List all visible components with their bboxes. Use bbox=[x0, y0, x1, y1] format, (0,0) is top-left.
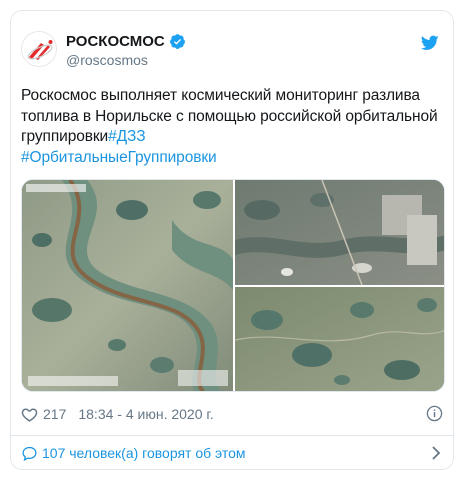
info-icon[interactable] bbox=[426, 405, 443, 422]
chevron-right-icon[interactable] bbox=[431, 446, 441, 460]
author-name[interactable]: РОСКОСМОС bbox=[66, 33, 165, 50]
tweet-text: Роскосмос выполняет космический монитори… bbox=[21, 86, 446, 168]
author-avatar[interactable] bbox=[21, 31, 57, 67]
tweet-timestamp[interactable]: 18:34 - 4 июн. 2020 г. bbox=[78, 406, 213, 422]
tweet-header: РОСКОСМОС @roscosmos bbox=[11, 11, 453, 83]
roscosmos-logo bbox=[22, 32, 56, 66]
discussion-link[interactable]: 107 человек(а) говорят об этом bbox=[21, 441, 445, 465]
satellite-image-city[interactable] bbox=[235, 180, 445, 286]
like-count[interactable]: 217 bbox=[43, 406, 66, 422]
satellite-images bbox=[22, 180, 445, 392]
author-handle[interactable]: @roscosmos bbox=[66, 52, 148, 68]
verified-badge-icon bbox=[169, 34, 185, 49]
hashtag-orbital-groups[interactable]: #ОрбитальныеГруппировки bbox=[21, 149, 217, 166]
embedded-tweet-card: РОСКОСМОС @roscosmos Роскосмос выполняет… bbox=[10, 10, 454, 470]
speech-bubble-icon bbox=[22, 446, 37, 461]
author-name-row: РОСКОСМОС bbox=[66, 33, 186, 50]
hashtag-dzz[interactable]: #ДЗЗ bbox=[108, 128, 146, 145]
tweet-media-gallery[interactable] bbox=[21, 179, 445, 392]
tweet-meta: 217 18:34 - 4 июн. 2020 г. bbox=[21, 403, 445, 425]
tweet-body: Роскосмос выполняет космический монитори… bbox=[21, 87, 438, 145]
heart-icon[interactable] bbox=[21, 406, 38, 423]
satellite-image-river[interactable] bbox=[22, 180, 233, 392]
satellite-image-tundra[interactable] bbox=[234, 287, 445, 392]
footer-divider bbox=[11, 435, 453, 436]
twitter-bird-icon[interactable] bbox=[421, 35, 439, 51]
discussion-text: 107 человек(а) говорят об этом bbox=[42, 445, 246, 461]
